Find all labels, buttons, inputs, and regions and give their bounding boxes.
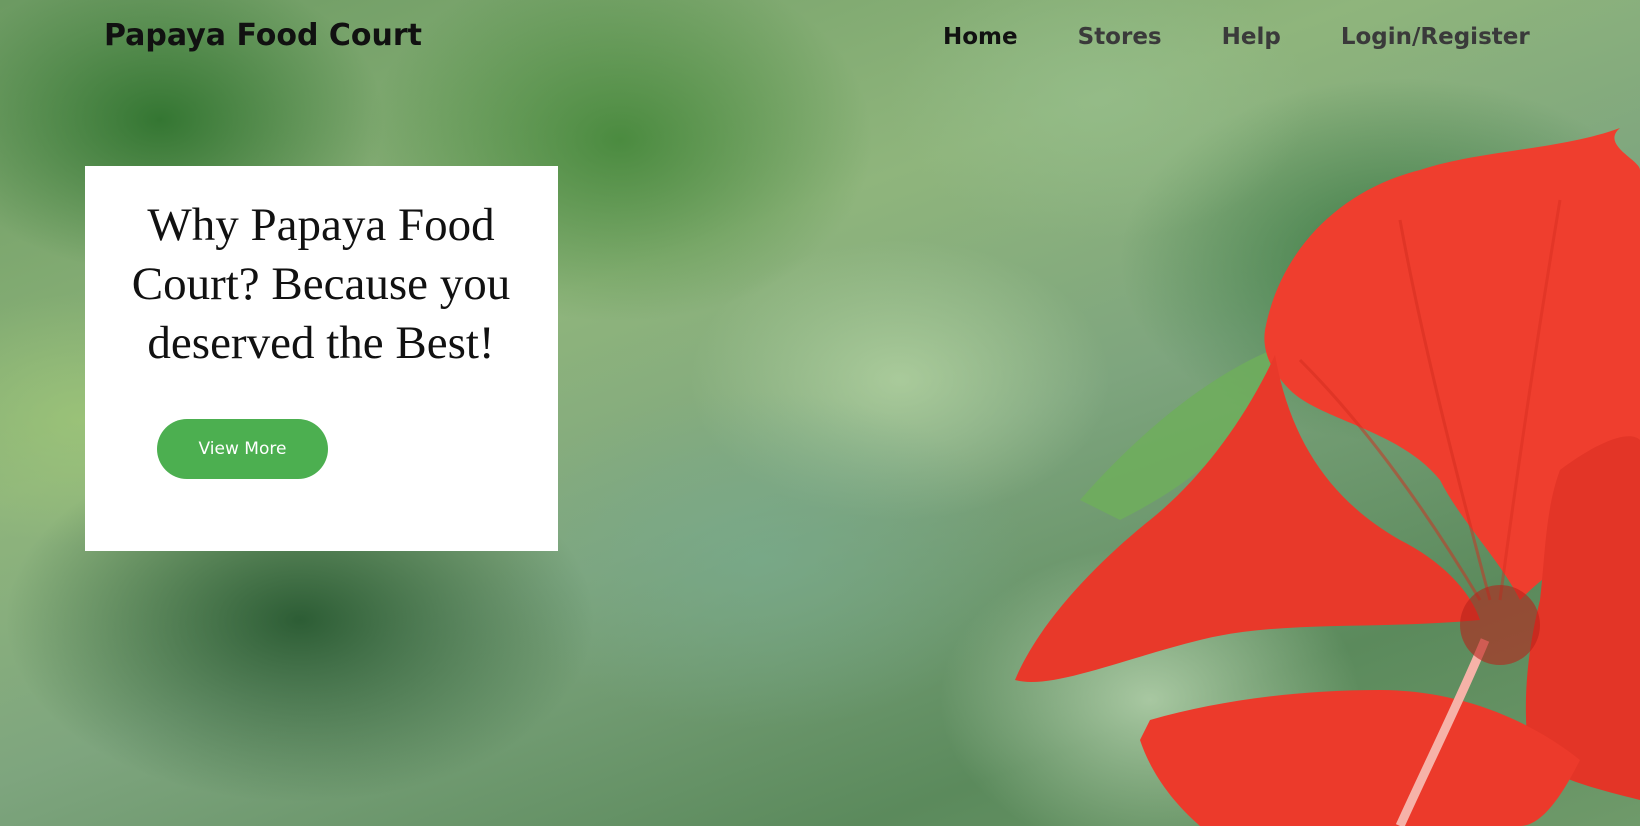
nav-link-help[interactable]: Help [1222,24,1281,50]
nav-link-stores[interactable]: Stores [1078,24,1162,50]
hero-section: Papaya Food Court Home Stores Help Login… [0,0,1640,826]
nav-link-home[interactable]: Home [943,24,1018,50]
top-navbar: Papaya Food Court Home Stores Help Login… [0,0,1640,80]
brand-logo-text[interactable]: Papaya Food Court [104,18,422,53]
nav-links: Home Stores Help Login/Register [943,24,1590,50]
view-more-button[interactable]: View More [157,419,328,479]
hero-heading: Why Papaya Food Court? Because you deser… [131,199,511,369]
hero-card: Why Papaya Food Court? Because you deser… [85,166,558,551]
nav-link-login-register[interactable]: Login/Register [1341,24,1530,50]
